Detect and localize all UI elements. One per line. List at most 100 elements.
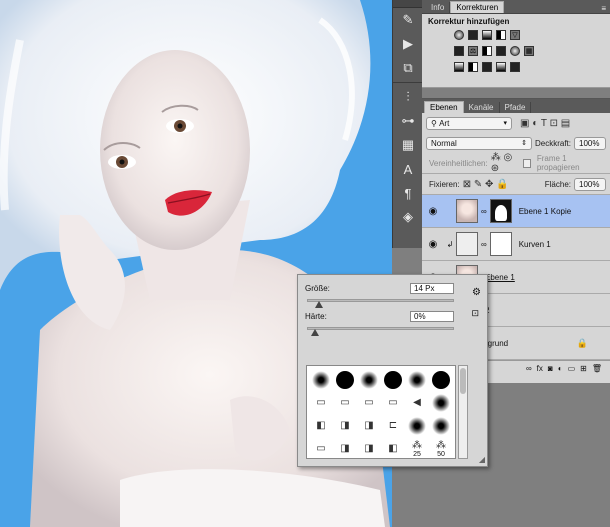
trash-icon[interactable]: 🗑 (592, 364, 602, 373)
preset-scrollbar[interactable] (458, 365, 468, 459)
brush-preset[interactable]: ◨ (333, 437, 357, 460)
layer-name: Ebene 1 Kopie (518, 206, 572, 216)
size-slider[interactable] (307, 295, 454, 309)
new-layer-icon[interactable]: ⊞ (580, 364, 587, 373)
brush-preset[interactable] (429, 414, 453, 437)
threshold-icon[interactable] (482, 62, 492, 72)
paragraph-icon[interactable]: ¶ (393, 181, 423, 205)
eye-icon[interactable]: ◉ (422, 239, 444, 250)
gradient-map-icon[interactable] (496, 62, 506, 72)
levels-icon[interactable] (468, 30, 478, 40)
tab-pfade[interactable]: Pfade (500, 102, 532, 113)
lock-icons[interactable]: ⊠ ✎ ✥ 🔒 (463, 179, 509, 190)
posterize-icon[interactable] (468, 62, 478, 72)
brush-preset[interactable] (309, 368, 333, 391)
brush-preset[interactable] (405, 414, 429, 437)
curves-icon[interactable] (482, 30, 492, 40)
brush-preset[interactable]: ◧ (381, 437, 405, 460)
layer-row[interactable]: ◉ ↲ ∞ Kurven 1 (422, 228, 610, 261)
character-icon[interactable]: A (393, 157, 423, 181)
3d-icon[interactable]: ◈ (393, 205, 423, 229)
selective-color-icon[interactable] (510, 62, 520, 72)
new-preset-icon[interactable]: ⊡ (471, 308, 479, 319)
brush-preset[interactable]: ⊏ (381, 414, 405, 437)
gear-icon[interactable]: ⚙ (472, 287, 481, 298)
hardness-slider-knob[interactable] (311, 329, 319, 336)
vibrance-icon[interactable]: ▽ (510, 30, 520, 40)
panel-grip[interactable] (393, 0, 422, 8)
size-input[interactable]: 14 Px (410, 282, 454, 294)
photo-filter-icon[interactable] (496, 46, 506, 56)
color-lookup-icon[interactable]: ▦ (524, 46, 534, 56)
brush-preset[interactable]: ▭ (309, 437, 333, 460)
exposure-icon[interactable] (496, 30, 506, 40)
tab-kanaele[interactable]: Kanäle (464, 102, 500, 113)
brush-preset[interactable] (357, 368, 381, 391)
brush-preset[interactable]: ◨ (357, 437, 381, 460)
unify-icons[interactable]: ⁂ ◎ ⊛ (491, 152, 520, 174)
brush-preset[interactable]: ⁂ 50 (429, 437, 453, 460)
brush-preset[interactable]: ▭ (357, 391, 381, 414)
hardness-input[interactable]: 0% (410, 310, 454, 322)
opacity-input[interactable]: 100% (574, 136, 606, 150)
add-mask-icon[interactable]: ◙ (548, 364, 553, 373)
korrektur-panel: Korrektur hinzufügen ▽ ⚖ ▦ (422, 14, 610, 88)
black-white-icon[interactable] (482, 46, 492, 56)
lock-label: Fixieren: (429, 179, 460, 189)
clip-arrow-icon: ↲ (446, 239, 454, 249)
brush-preset[interactable]: ⁂ 25 (405, 437, 429, 460)
hue-saturation-icon[interactable] (454, 46, 464, 56)
layer-filter-select[interactable]: ⚲ Art ▾ (426, 116, 512, 130)
frame-propagate-checkbox[interactable] (522, 158, 531, 168)
layer-name: rgrund (485, 338, 509, 348)
brush-preset[interactable]: ◧ (309, 414, 333, 437)
layer-mask-thumbnail[interactable] (489, 232, 512, 256)
new-group-icon[interactable]: ▭ (568, 364, 576, 373)
panel-menu-icon[interactable]: ≡ (601, 4, 606, 13)
layer-name: Kurven 1 (518, 239, 551, 249)
hardness-slider[interactable] (307, 323, 454, 337)
frame-propagate-label: Frame 1 propagieren (536, 154, 580, 172)
chain-link-icon[interactable]: ∞ (481, 207, 487, 216)
fill-label: Fläche: (544, 179, 571, 189)
link-layers-icon[interactable]: ∞ (526, 364, 532, 373)
channel-mixer-icon[interactable] (510, 46, 520, 56)
size-slider-knob[interactable] (315, 301, 324, 308)
history-icon[interactable]: ⧉ (393, 56, 423, 80)
color-balance-icon[interactable]: ⚖ (468, 46, 478, 56)
brush-preset[interactable] (429, 391, 453, 414)
fill-input[interactable]: 100% (574, 177, 606, 191)
eye-icon[interactable]: ◉ (422, 206, 444, 217)
brush-preset[interactable]: ▭ (333, 391, 357, 414)
brightness-icon[interactable] (454, 30, 464, 40)
play-icon[interactable]: ▶ (393, 32, 423, 56)
brush-preset[interactable] (429, 368, 453, 391)
brush-preset[interactable]: ▭ (309, 391, 333, 414)
invert-icon[interactable] (454, 62, 464, 72)
brush-preset[interactable]: ◨ (357, 414, 381, 437)
tab-korrekturen[interactable]: Korrekturen (450, 1, 505, 13)
blend-mode-select[interactable]: Normal ⇕ (426, 136, 532, 150)
brush-size-label: 25 (413, 450, 421, 458)
adjustments-icon[interactable]: ⊶ (393, 109, 423, 133)
new-adjustment-icon[interactable]: ◐ (558, 364, 563, 373)
brush-preset[interactable] (381, 368, 405, 391)
layer-row[interactable]: ◉ ∞ Ebene 1 Kopie (422, 195, 610, 228)
brush-preset[interactable]: ◀ (405, 391, 429, 414)
chain-link-icon[interactable]: ∞ (481, 240, 487, 249)
brush-preset[interactable] (405, 368, 429, 391)
brush-preset[interactable]: ◨ (333, 414, 357, 437)
layers-icon[interactable]: ⫶ (393, 85, 423, 109)
filter-icons[interactable]: ▣ ◐ T ⊡ ▤ (520, 118, 570, 129)
resize-handle-icon[interactable]: ◢ (479, 455, 485, 464)
tab-info[interactable]: Info (426, 2, 451, 13)
fx-icon[interactable]: fx (537, 364, 543, 373)
tab-ebenen[interactable]: Ebenen (424, 101, 464, 113)
brush-preset[interactable] (333, 368, 357, 391)
layer-name: Ebene 1 (485, 272, 515, 282)
fill-value: 100% (579, 179, 600, 189)
histogram-icon[interactable]: ▦ (393, 133, 423, 157)
brush-panel-icon[interactable]: ✎ (393, 8, 423, 32)
brush-preset[interactable]: ▭ (381, 391, 405, 414)
layer-mask-thumbnail[interactable] (489, 199, 512, 223)
